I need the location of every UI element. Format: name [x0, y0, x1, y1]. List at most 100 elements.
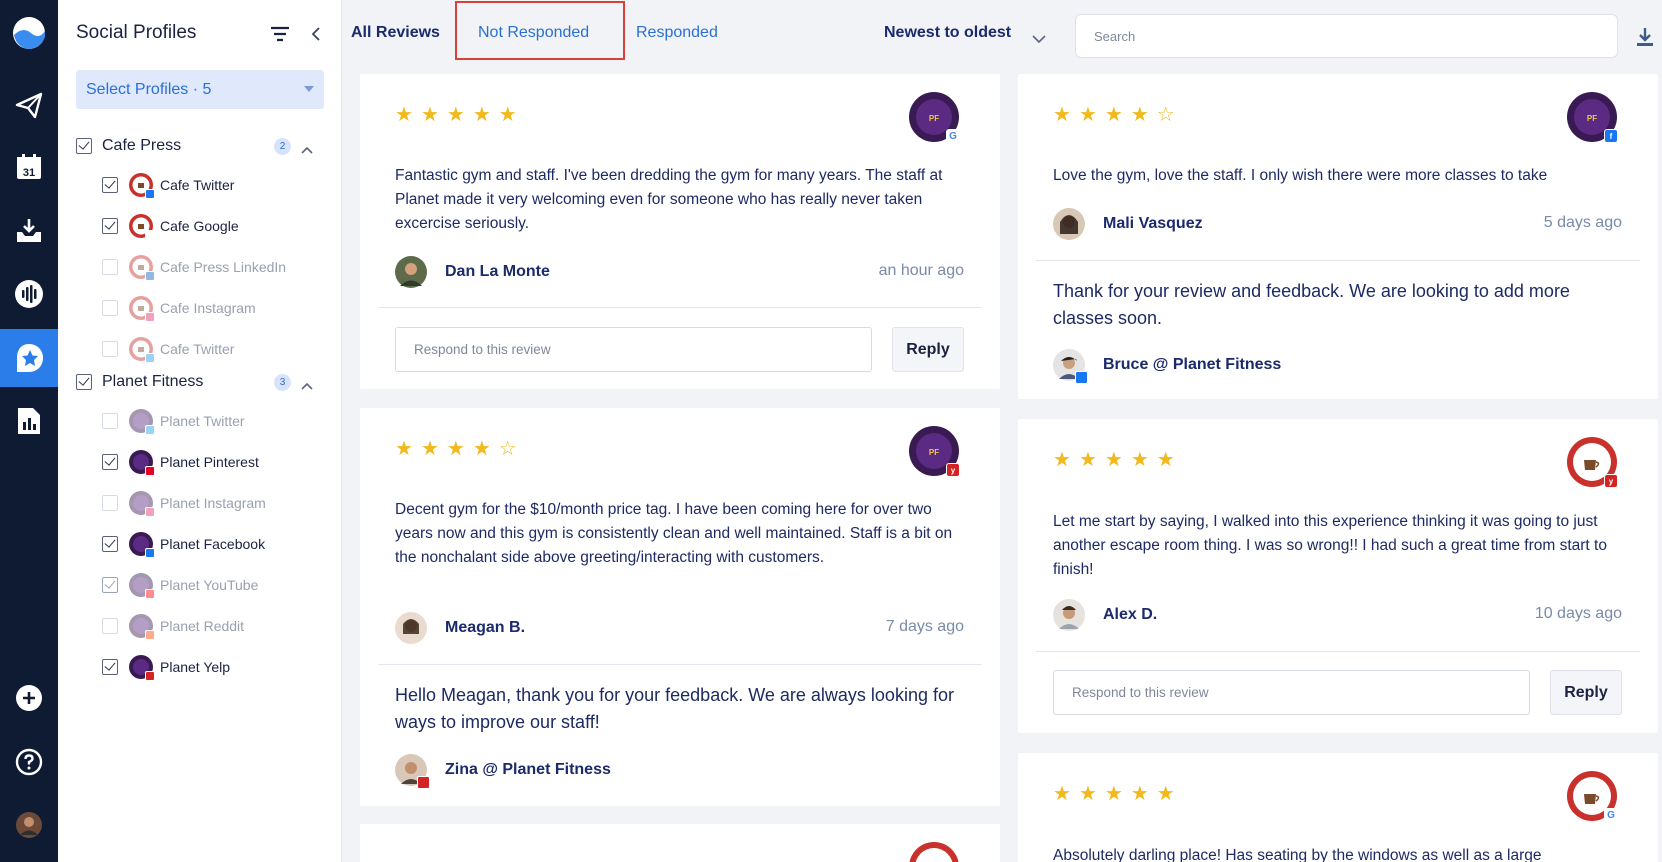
- chevron-down-icon[interactable]: [1032, 31, 1046, 49]
- calendar-day: 31: [23, 167, 35, 179]
- account-name: Cafe Press LinkedIn: [160, 258, 287, 275]
- account-checkbox[interactable]: [102, 658, 118, 675]
- svg-text:PF: PF: [1587, 114, 1597, 123]
- group-name: Planet Fitness: [102, 373, 204, 390]
- linkedin-icon: [145, 270, 155, 281]
- paper-plane-icon[interactable]: [0, 76, 58, 134]
- select-profiles-dropdown[interactable]: Select Profiles · 5: [76, 70, 324, 109]
- profile-account[interactable]: Planet Yelp: [76, 646, 326, 687]
- star-filled-icon: ★: [1104, 447, 1123, 471]
- account-avatar: [129, 449, 155, 476]
- review-text: Fantastic gym and staff. I've been dredd…: [395, 167, 943, 232]
- collapse-panel-icon[interactable]: [310, 26, 322, 47]
- star-filled-icon: ★: [1130, 447, 1149, 471]
- responder-name: Bruce @ Planet Fitness: [1103, 356, 1282, 373]
- divider: [1036, 651, 1640, 652]
- account-checkbox[interactable]: [102, 340, 118, 357]
- star-filled-icon: ★: [420, 436, 439, 460]
- tab-responded[interactable]: Responded: [636, 24, 718, 42]
- account-avatar: [129, 213, 155, 240]
- planet-fitness-logo: PF G: [908, 91, 960, 143]
- cafe-press-logo: [908, 841, 960, 862]
- user-avatar[interactable]: [0, 796, 58, 854]
- group-checkbox[interactable]: [76, 374, 92, 390]
- google-icon: G: [946, 129, 960, 143]
- yelp-icon: [145, 670, 155, 681]
- help-icon[interactable]: [0, 733, 58, 791]
- profile-account[interactable]: Planet Twitter: [76, 400, 326, 441]
- select-profiles-label: Select Profiles · 5: [86, 80, 212, 98]
- chevron-up-icon[interactable]: [301, 141, 313, 159]
- star-filled-icon: ★: [420, 102, 439, 126]
- response-text: Thank for your review and feedback. We a…: [1053, 281, 1570, 328]
- profile-account[interactable]: Cafe Google: [76, 205, 326, 246]
- account-checkbox[interactable]: [102, 299, 118, 316]
- add-icon[interactable]: [0, 669, 58, 727]
- reviewer-avatar: [395, 256, 427, 288]
- account-name: Planet Pinterest: [160, 453, 259, 470]
- account-avatar: [129, 254, 155, 281]
- star-rating: ★ ★ ★ ★ ☆: [1053, 104, 1175, 124]
- reviewer-name: Meagan B.: [445, 619, 526, 636]
- account-checkbox[interactable]: [102, 176, 118, 193]
- calendar-icon[interactable]: 31: [0, 138, 58, 196]
- tab-not-responded[interactable]: Not Responded: [478, 24, 589, 42]
- group-checkbox[interactable]: [76, 138, 92, 154]
- profile-group-header[interactable]: Planet Fitness 3: [76, 370, 326, 394]
- listen-icon[interactable]: [0, 265, 58, 323]
- profile-account[interactable]: Cafe Twitter: [76, 328, 326, 369]
- filter-icon[interactable]: [270, 26, 290, 47]
- reviews-icon[interactable]: [0, 329, 58, 387]
- profile-account[interactable]: Planet Facebook: [76, 523, 326, 564]
- yelp-icon: y: [1604, 474, 1618, 488]
- youtube-icon: [145, 588, 155, 599]
- reddit-icon: [145, 629, 155, 640]
- instagram-icon: [145, 311, 155, 322]
- facebook-icon: [145, 547, 155, 558]
- yelp-icon: y: [946, 463, 960, 477]
- tab-all-reviews[interactable]: All Reviews: [351, 24, 440, 42]
- profile-account[interactable]: Cafe Instagram: [76, 287, 326, 328]
- responder-avatar: [1053, 349, 1088, 384]
- reviewer-avatar: [1053, 208, 1085, 240]
- account-checkbox[interactable]: [102, 453, 118, 470]
- profile-account[interactable]: Cafe Twitter: [76, 164, 326, 205]
- profile-account[interactable]: Planet Pinterest: [76, 441, 326, 482]
- account-checkbox[interactable]: [102, 494, 118, 511]
- reply-button[interactable]: Reply: [892, 327, 964, 372]
- account-checkbox[interactable]: [102, 535, 118, 552]
- profile-group-header[interactable]: Cafe Press 2: [76, 134, 326, 158]
- review-text: Let me start by saying, I walked into th…: [1053, 513, 1607, 578]
- account-checkbox[interactable]: [102, 412, 118, 429]
- download-icon[interactable]: [1635, 26, 1655, 53]
- reports-icon[interactable]: [0, 392, 58, 450]
- account-name: Planet Instagram: [160, 494, 266, 511]
- sort-dropdown[interactable]: Newest to oldest: [884, 24, 1011, 42]
- account-checkbox[interactable]: [102, 617, 118, 634]
- star-filled-icon: ★: [472, 436, 491, 460]
- chevron-up-icon[interactable]: [301, 377, 313, 395]
- account-checkbox[interactable]: [102, 217, 118, 234]
- instagram-icon: [145, 506, 155, 517]
- profile-account[interactable]: Planet Reddit: [76, 605, 326, 646]
- reply-button[interactable]: Reply: [1550, 670, 1622, 715]
- account-checkbox[interactable]: [102, 576, 118, 593]
- profile-account[interactable]: Planet YouTube: [76, 564, 326, 605]
- logo-icon[interactable]: [0, 4, 58, 62]
- profile-account[interactable]: Planet Instagram: [76, 482, 326, 523]
- responder: Zina @ Planet Fitness: [395, 753, 611, 789]
- star-filled-icon: ★: [395, 436, 413, 460]
- facebook-icon: f: [1604, 129, 1618, 143]
- account-name: Planet Facebook: [160, 535, 266, 552]
- respond-input[interactable]: [395, 327, 872, 372]
- account-checkbox[interactable]: [102, 258, 118, 275]
- inbox-icon[interactable]: [0, 202, 58, 260]
- review-card: ★ ★ ★ ★ ☆ PF y Decent gym for the $10/month …: [360, 408, 1000, 806]
- profile-account[interactable]: Cafe Press LinkedIn: [76, 246, 326, 287]
- account-name: Planet Twitter: [160, 412, 245, 429]
- review-text: Absolutely darling place! Has seating by…: [1053, 847, 1542, 862]
- facebook-icon: [1075, 371, 1088, 384]
- search-input[interactable]: [1075, 14, 1618, 58]
- reviews-toolbar: All Reviews Not Responded Responded Newe…: [342, 0, 1662, 70]
- respond-input[interactable]: [1053, 670, 1530, 715]
